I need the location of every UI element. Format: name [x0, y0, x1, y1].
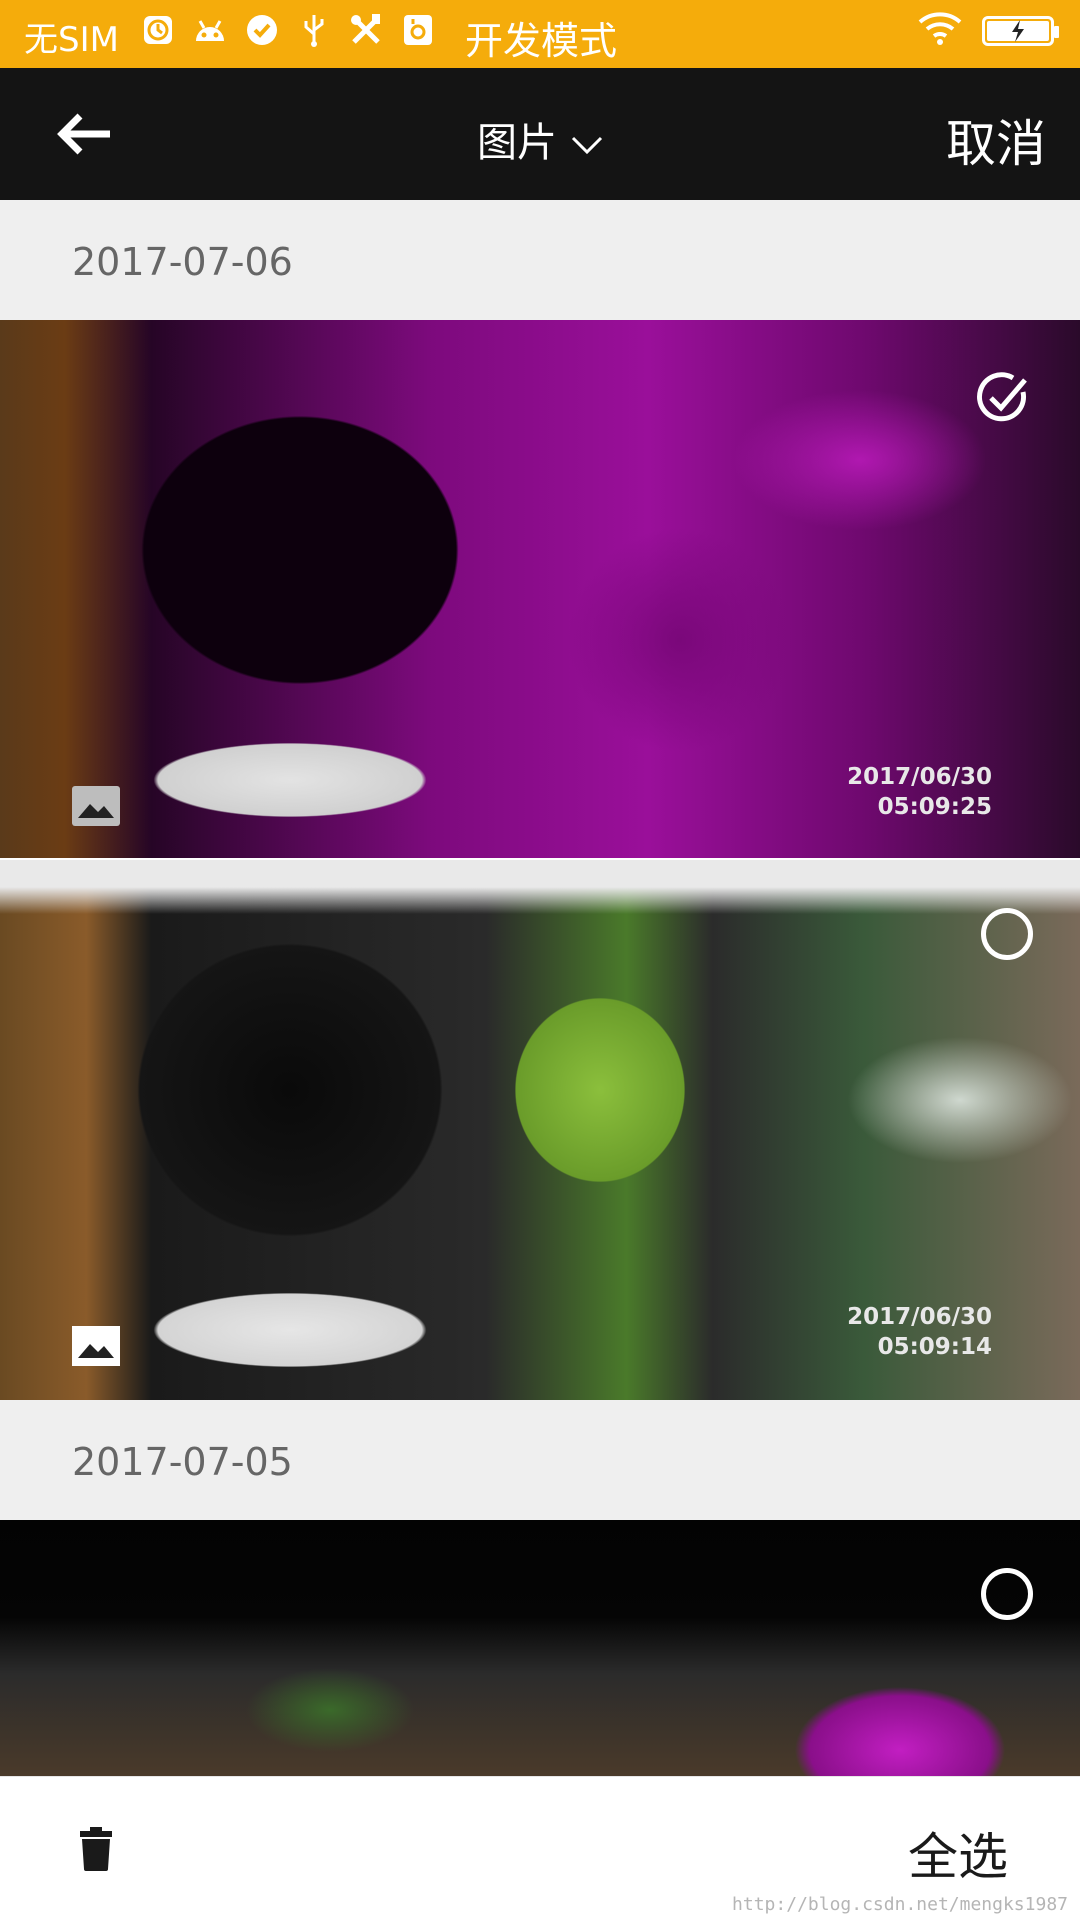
- wifi-icon: [918, 12, 962, 50]
- tools-icon: [348, 10, 384, 50]
- section-date: 2017-07-05: [72, 1440, 293, 1484]
- carrier-label: 无SIM: [24, 20, 119, 60]
- check-selected-icon[interactable]: [973, 368, 1033, 428]
- bottom-action-bar: 全选 http://blog.csdn.net/mengks1987: [0, 1776, 1080, 1921]
- battery-charging-icon: [982, 16, 1059, 46]
- page-title: 图片: [477, 120, 557, 166]
- timestamp-date: 2017/06/30: [847, 764, 992, 790]
- system-icons: [918, 12, 1059, 50]
- title-bar: 图片 取消: [0, 68, 1080, 200]
- photo-item[interactable]: [0, 1520, 1080, 1776]
- app-icon: [400, 10, 436, 50]
- watermark: http://blog.csdn.net/mengks1987: [732, 1894, 1068, 1915]
- android-icon: [192, 10, 228, 50]
- timestamp-time: 05:09:25: [877, 794, 992, 820]
- cancel-button[interactable]: 取消: [946, 104, 1046, 176]
- image-type-icon: [72, 1326, 120, 1366]
- media-type-dropdown[interactable]: 图片: [0, 110, 1080, 168]
- photo-item[interactable]: 2017/06/30 05:09:25: [0, 320, 1080, 858]
- photo-timestamp: 2017/06/30 05:09:25: [847, 762, 992, 822]
- chevron-down-icon: [571, 136, 603, 155]
- timestamp-date: 2017/06/30: [847, 1304, 992, 1330]
- photo-item[interactable]: 2017/06/30 05:09:14: [0, 860, 1080, 1400]
- date-section-header: 2017-07-05: [0, 1400, 1080, 1520]
- status-bar: 无SIM 开发模式: [0, 0, 1080, 68]
- select-circle-icon[interactable]: [981, 1568, 1033, 1620]
- developer-mode-label: 开发模式: [465, 19, 618, 63]
- photo-timestamp: 2017/06/30 05:09:14: [847, 1302, 992, 1362]
- date-section-header: 2017-07-06: [0, 200, 1080, 320]
- timestamp-time: 05:09:14: [877, 1334, 992, 1360]
- select-circle-icon[interactable]: [981, 908, 1033, 960]
- select-all-button[interactable]: 全选: [908, 1817, 1008, 1889]
- clock-icon: [140, 10, 176, 50]
- check-circle-icon: [244, 10, 280, 50]
- usb-icon: [296, 10, 332, 50]
- notification-icons: [140, 10, 436, 50]
- image-type-icon: [72, 786, 120, 826]
- trash-icon[interactable]: [80, 1827, 112, 1871]
- section-date: 2017-07-06: [72, 240, 293, 284]
